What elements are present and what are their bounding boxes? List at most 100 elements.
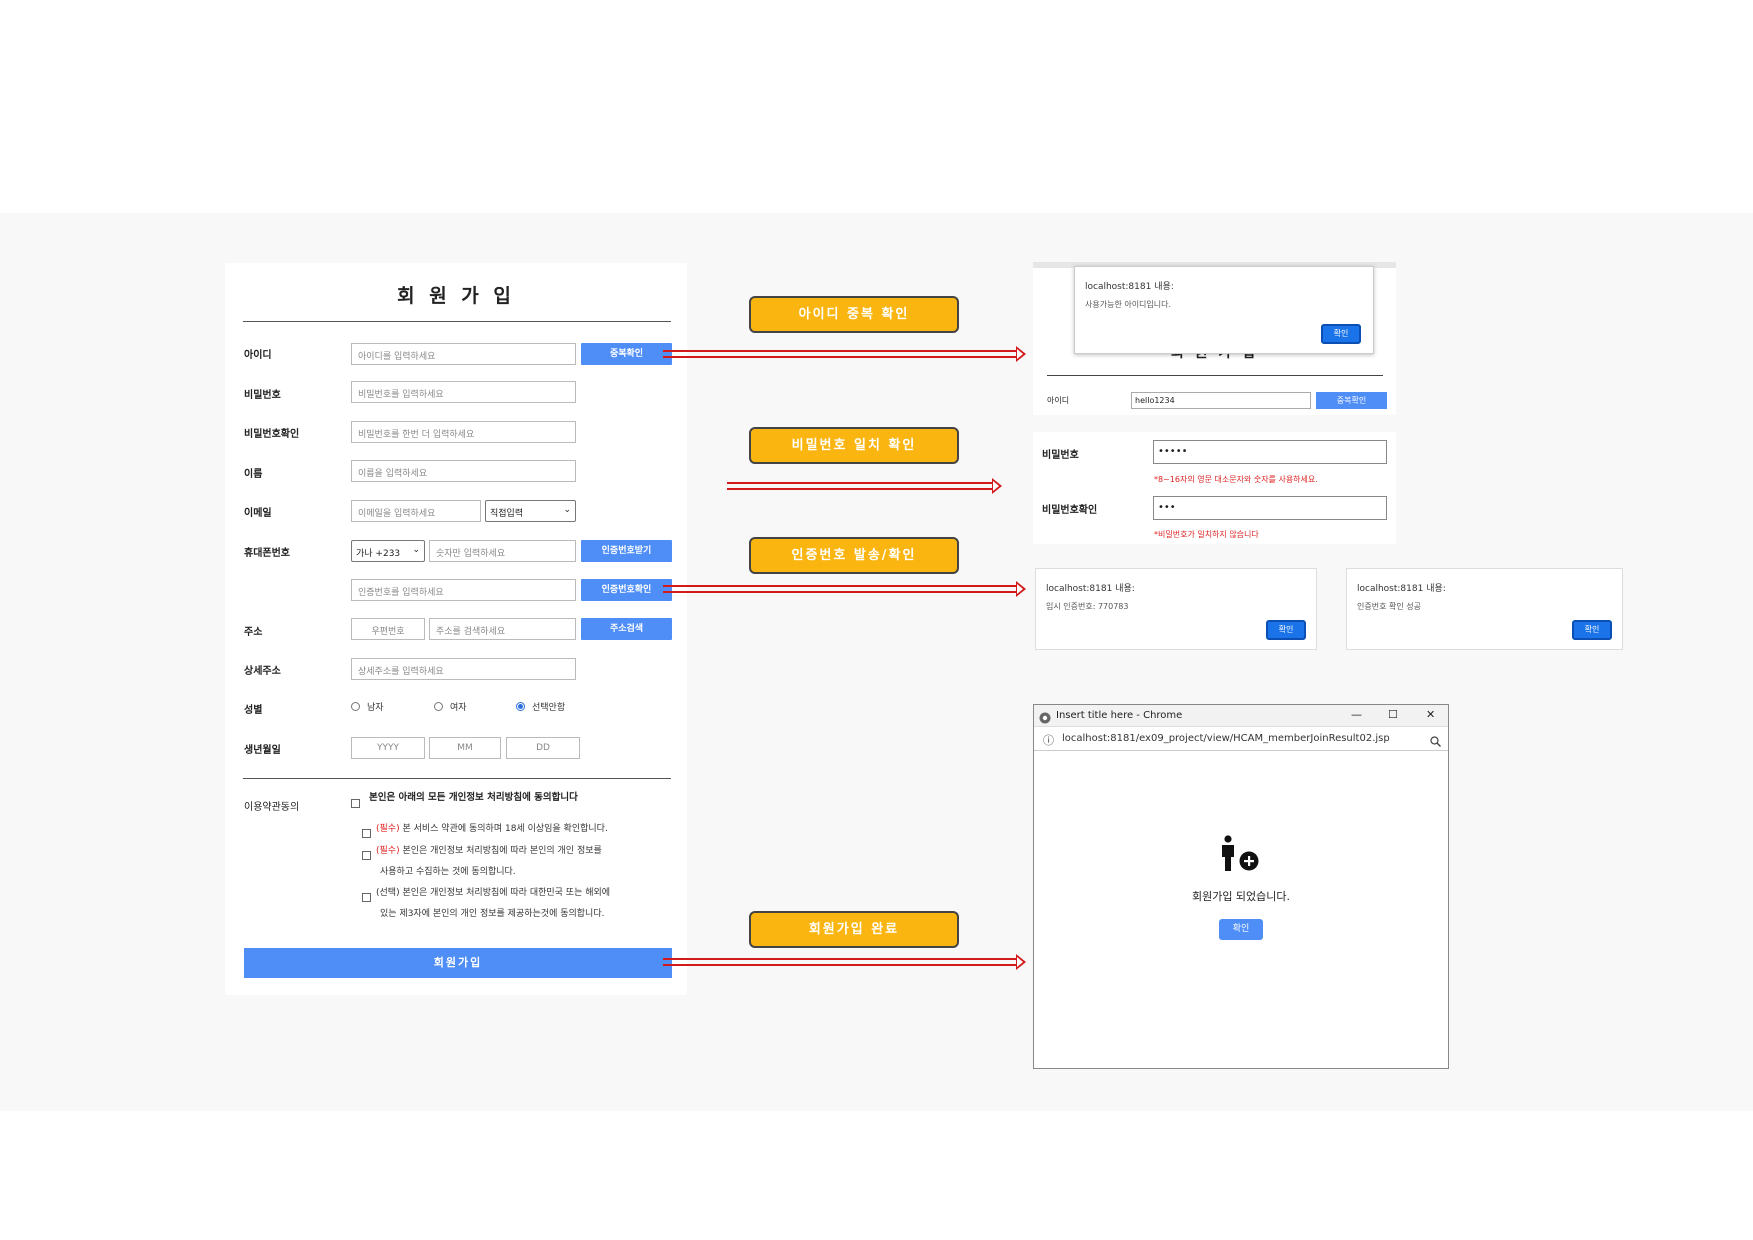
terms-all-checkbox[interactable] [351,799,360,808]
address-detail-input[interactable]: 상세주소를 입력하세요 [351,658,576,680]
panel-divider [1047,375,1383,376]
maximize-icon[interactable]: ☐ [1388,708,1398,721]
zip-code-input[interactable]: 우편번호 [351,618,425,640]
verify-code-button[interactable]: 인증번호확인 [581,579,672,601]
auth-confirm-message: 인증번호 확인 성공 [1357,602,1421,611]
person-add-icon [1219,835,1261,877]
pw-confirm-input[interactable]: ••• [1153,496,1387,520]
country-code-select[interactable]: 가나 +233 ⌄ [351,540,425,562]
pw-error-text: *8~16자의 영문 대소문자와 숫자를 사용하세요. [1154,475,1318,484]
address-url: localhost:8181/ex09_project/view/HCAM_me… [1062,733,1390,744]
password-confirm-label: 비밀번호확인 [244,429,300,440]
auth-send-message: 임시 인증번호: 770783 [1046,602,1129,611]
pw-input[interactable]: ••••• [1153,440,1387,464]
password-label: 비밀번호 [244,390,281,401]
alert-message: 사용가능한 아이디입니다. [1085,300,1172,309]
password-input[interactable]: 비밀번호를 입력하세요 [351,381,576,403]
send-code-button[interactable]: 인증번호받기 [581,540,672,562]
terms-1-tag: (필수) [376,824,400,834]
window-titlebar: Insert title here - Chrome — ☐ ✕ [1034,705,1448,727]
terms-2-tag: (필수) [376,846,400,856]
terms-1-text: (필수) 본 서비스 약관에 동의하며 18세 이상임을 확인합니다. [376,819,608,839]
arrow-auth [663,581,1026,597]
email-input[interactable]: 이메일을 입력하세요 [351,500,481,522]
gender-female-label: 여자 [450,703,467,713]
close-icon[interactable]: ✕ [1426,708,1435,721]
arrow-pw-match [727,478,1002,494]
auth-confirm-header: localhost:8181 내용: [1357,584,1446,594]
name-label: 이름 [244,469,263,480]
signup-submit-button[interactable]: 회원가입 [244,948,672,978]
minimize-icon[interactable]: — [1351,708,1362,721]
id-available-alert: localhost:8181 내용: 사용가능한 아이디입니다. 확인 [1074,266,1374,354]
form-title: 회 원 가 입 [397,285,515,307]
terms-3-text: (선택) 본인은 개인정보 처리방침에 따라 대한민국 또는 해외에 [376,883,610,903]
chevron-down-icon: ⌄ [563,505,571,515]
address-bar[interactable]: ⓘ localhost:8181/ex09_project/view/HCAM_… [1034,727,1448,751]
address-detail-label: 상세주소 [244,666,281,677]
info-icon[interactable]: ⓘ [1043,732,1054,748]
title-divider [243,321,671,322]
password-check-panel: 비밀번호 ••••• *8~16자의 영문 대소문자와 숫자를 사용하세요. 비… [1033,432,1396,544]
chrome-icon [1039,709,1051,728]
birth-month-input[interactable]: MM [429,737,501,759]
id-check-result-panel: 회 원 가 입 아이디 hello1234 중복확인 localhost:818… [1033,262,1396,415]
email-label: 이메일 [244,508,272,519]
callout-auth: 인증번호 발송/확인 [749,537,959,574]
terms-1-body: 본 서비스 약관에 동의하며 18세 이상임을 확인합니다. [399,824,608,834]
auth-confirm-dialog: localhost:8181 내용: 인증번호 확인 성공 확인 [1346,568,1623,650]
id-label: 아이디 [244,350,272,361]
email-domain-select[interactable]: 직접입력 ⌄ [485,500,576,522]
auth-send-header: localhost:8181 내용: [1046,584,1135,594]
terms-3-body: 본인은 개인정보 처리방침에 따라 대한민국 또는 해외에 [399,888,611,898]
phone-label: 휴대폰번호 [244,548,290,559]
terms-2-checkbox[interactable] [362,851,371,860]
country-code-value: 가나 +233 [356,549,401,559]
arrow-join-done [663,954,1026,970]
panel-id-label: 아이디 [1047,396,1070,405]
callout-id-check: 아이디 중복 확인 [749,296,959,333]
address-search-button[interactable]: 주소검색 [581,618,672,640]
arrow-id-check [663,346,1026,362]
callout-pw-match: 비밀번호 일치 확인 [749,427,959,464]
birth-day-input[interactable]: DD [506,737,580,759]
auth-confirm-ok-button[interactable]: 확인 [1572,620,1612,640]
terms-3-checkbox[interactable] [362,893,371,902]
signup-form: 회 원 가 입 아이디 아이디를 입력하세요 중복확인 비밀번호 비밀번호를 입… [225,263,687,995]
panel-id-check-button[interactable]: 중복확인 [1316,392,1387,409]
pw-confirm-label: 비밀번호확인 [1042,505,1098,516]
birth-year-input[interactable]: YYYY [351,737,425,759]
auth-code-input[interactable]: 인증번호를 입력하세요 [351,579,576,601]
chevron-down-icon: ⌄ [412,545,420,555]
birth-label: 생년월일 [244,745,281,756]
gender-female-radio[interactable] [434,702,443,711]
terms-3-tag: (선택) [376,888,400,898]
terms-label: 이용약관동의 [244,802,300,813]
gender-none-radio[interactable] [516,702,525,711]
join-complete-ok-button[interactable]: 확인 [1219,919,1263,940]
address-input[interactable]: 주소를 검색하세요 [429,618,576,640]
alert-ok-button[interactable]: 확인 [1321,324,1361,344]
callout-join-done: 회원가입 완료 [749,911,959,948]
id-input[interactable]: 아이디를 입력하세요 [351,343,576,365]
id-check-button[interactable]: 중복확인 [581,343,672,365]
name-input[interactable]: 이름을 입력하세요 [351,460,576,482]
terms-2-text-line2: 사용하고 수집하는 것에 동의합니다. [380,867,516,877]
result-browser-window: Insert title here - Chrome — ☐ ✕ ⓘ local… [1033,704,1449,1069]
alert-header: localhost:8181 내용: [1085,282,1174,292]
gender-male-label: 남자 [367,703,384,713]
panel-id-input[interactable]: hello1234 [1131,392,1311,409]
phone-input[interactable]: 숫자만 입력하세요 [429,540,576,562]
terms-all-text: 본인은 아래의 모든 개인정보 처리방침에 동의합니다 [369,792,578,803]
terms-1-checkbox[interactable] [362,829,371,838]
auth-send-ok-button[interactable]: 확인 [1266,620,1306,640]
password-confirm-input[interactable]: 비밀번호를 한번 더 입력하세요 [351,421,576,443]
gender-male-radio[interactable] [351,702,360,711]
terms-divider [243,778,671,779]
join-complete-message: 회원가입 되었습니다. [1191,890,1291,903]
zoom-icon[interactable] [1430,732,1441,751]
pw-confirm-error-text: *비밀번호가 일치하지 않습니다 [1154,530,1259,539]
terms-3-text-line2: 있는 제3자에 본인의 개인 정보를 제공하는것에 동의합니다. [380,909,605,919]
email-domain-value: 직접입력 [490,509,524,519]
auth-send-dialog: localhost:8181 내용: 임시 인증번호: 770783 확인 [1035,568,1317,650]
